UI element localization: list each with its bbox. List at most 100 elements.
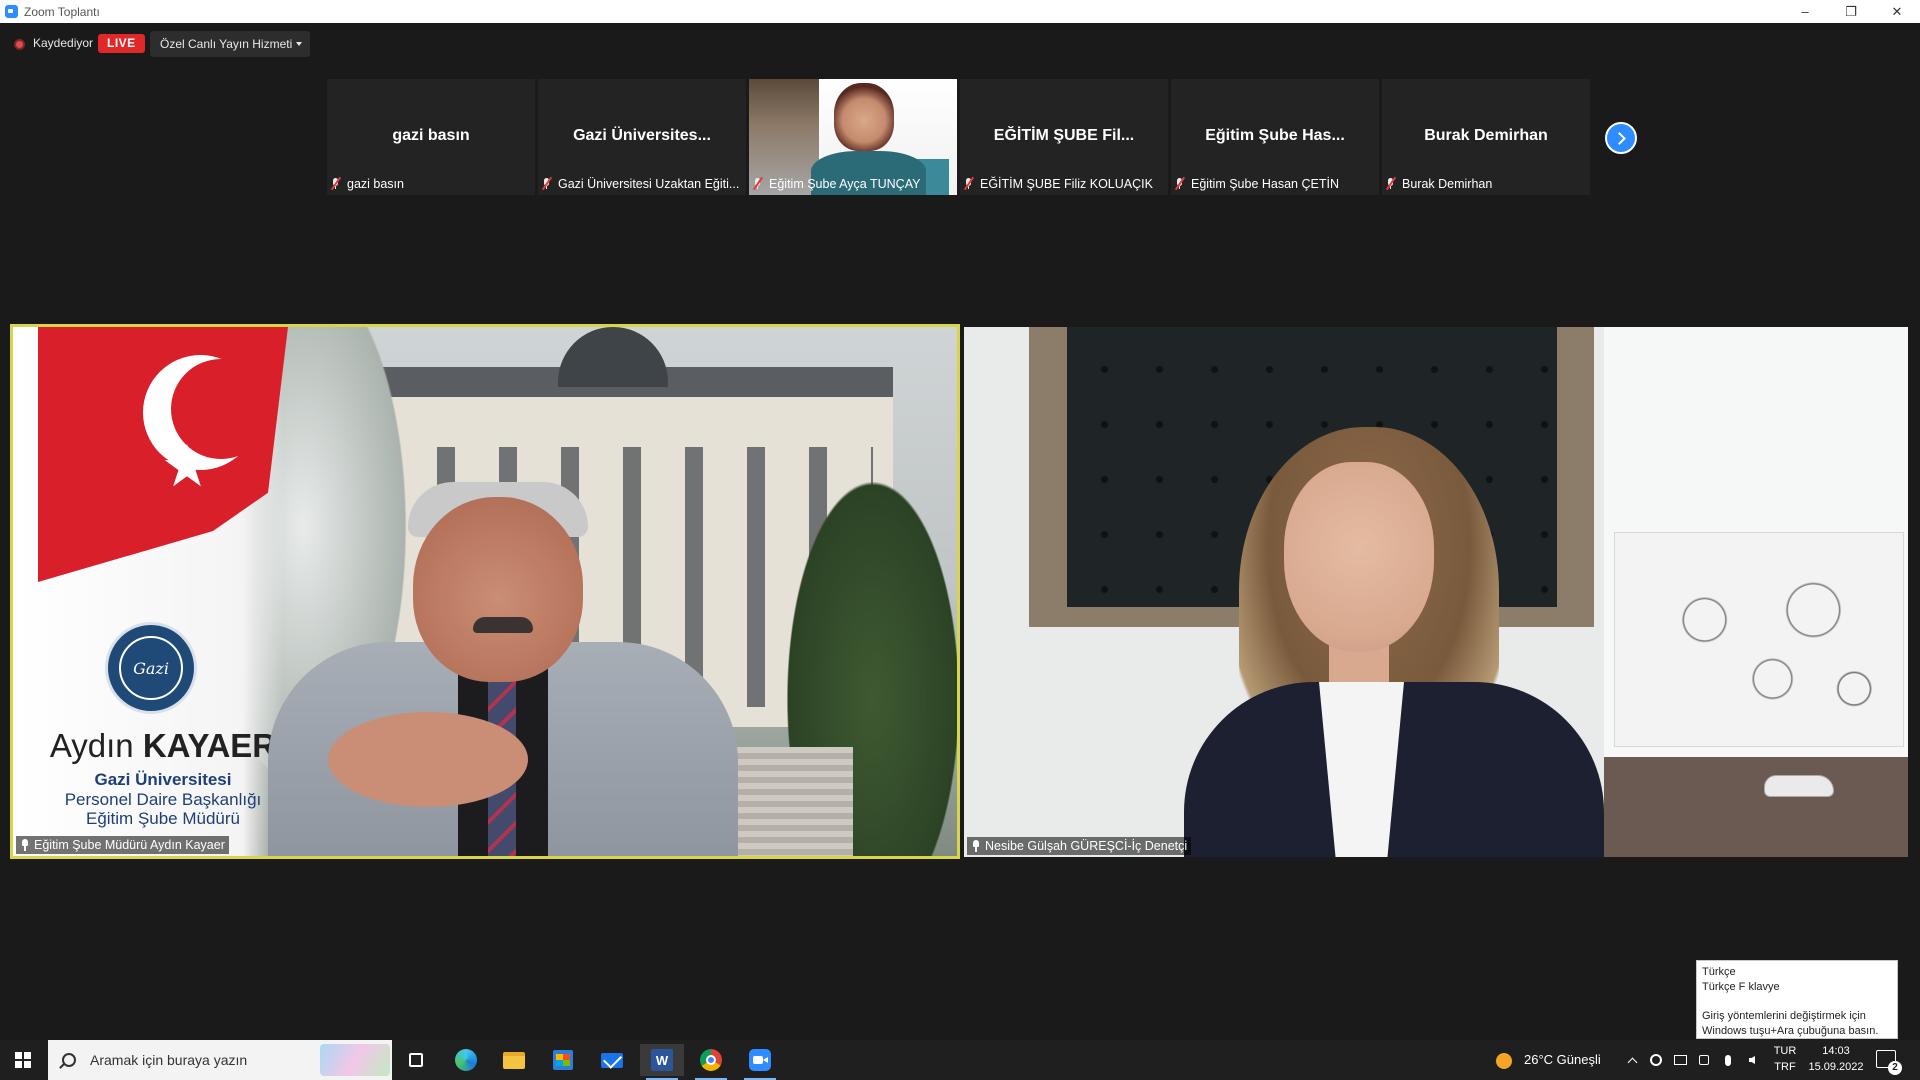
- camera-tray-icon[interactable]: [1696, 1052, 1712, 1068]
- language-code: TUR: [1773, 1045, 1797, 1057]
- recording-indicator-icon[interactable]: [14, 39, 25, 50]
- toy-car-image: [1764, 775, 1834, 797]
- participant-caption: EĞİTİM ŞUBE Filiz KOLUAÇIK: [962, 175, 1153, 193]
- participant-display-name: Burak Demirhan: [1424, 127, 1548, 144]
- search-placeholder: Aramak için buraya yazın: [90, 1052, 248, 1068]
- input-method-tooltip: Türkçe Türkçe F klavye Giriş yöntemlerin…: [1696, 960, 1898, 1039]
- pin-icon: [20, 839, 30, 851]
- gallery-next-page-button[interactable]: [1605, 122, 1637, 154]
- word-button[interactable]: W: [640, 1044, 684, 1080]
- windows-logo-icon: [15, 1052, 31, 1068]
- participant-video-tile[interactable]: Eğitim Şube Ayça TUNÇAY: [749, 79, 957, 195]
- background-line-department: Personel Daire Başkanlığı: [64, 790, 262, 809]
- window-title: Zoom Toplantı: [24, 4, 100, 19]
- edge-button[interactable]: [444, 1044, 488, 1076]
- participant-display-name: gazi basın: [392, 127, 470, 144]
- participant-main-video[interactable]: Nesibe Gülşah GÜREŞCİ-İç Denetçi: [964, 327, 1908, 857]
- mic-muted-icon: [751, 176, 765, 191]
- clock-date: 15.09.2022: [1808, 1061, 1864, 1073]
- participant-display-name: EĞİTİM ŞUBE Fil...: [993, 127, 1135, 144]
- word-icon: W: [651, 1049, 673, 1071]
- ime-keyboard: Türkçe F klavye: [1702, 981, 1780, 993]
- desk-image: [1604, 757, 1908, 857]
- task-view-button[interactable]: [394, 1044, 438, 1076]
- university-seal-logo: Gazi: [105, 622, 197, 714]
- zoom-app-icon: [5, 5, 18, 18]
- search-highlight-image: [320, 1044, 390, 1076]
- clock-time: 14:03: [1822, 1045, 1850, 1057]
- window-controls: – ❐ ✕: [1782, 0, 1920, 23]
- recording-label[interactable]: Kaydediyor: [33, 36, 93, 50]
- background-line-university: Gazi Üniversitesi: [94, 770, 232, 789]
- close-button[interactable]: ✕: [1874, 0, 1920, 23]
- ime-hint-line2: Windows tuşu+Ara çubuğuna basın.: [1702, 1025, 1879, 1037]
- participant-tile[interactable]: Eğitim Şube Has... Eğitim Şube Hasan ÇET…: [1171, 79, 1379, 195]
- keyboard-code: TRF: [1774, 1061, 1796, 1073]
- background-line-title: Eğitim Şube Müdürü: [85, 809, 241, 828]
- participant-caption-text: Burak Demirhan: [1402, 177, 1493, 191]
- participant-caption: Eğitim Şube Ayça TUNÇAY: [751, 175, 920, 193]
- file-explorer-button[interactable]: [492, 1044, 536, 1076]
- weather-text[interactable]: 26°C Güneşli: [1524, 1052, 1601, 1067]
- participant-tile[interactable]: Gazi Üniversites... Gazi Üniversitesi Uz…: [538, 79, 746, 195]
- speaker-figure: [268, 467, 738, 856]
- participant-display-name: Gazi Üniversites...: [573, 127, 711, 144]
- participant-caption-text: Eğitim Şube Ayça TUNÇAY: [769, 177, 921, 191]
- network-icon[interactable]: [1672, 1052, 1688, 1068]
- edge-icon: [455, 1049, 477, 1071]
- participant-figure: [1184, 427, 1604, 857]
- zoom-button[interactable]: [738, 1044, 782, 1080]
- mic-muted-icon: [329, 176, 343, 191]
- participant-caption-text: EĞİTİM ŞUBE Filiz KOLUAÇIK: [980, 177, 1153, 191]
- folder-icon: [503, 1051, 525, 1069]
- caret-down-icon: [296, 42, 302, 46]
- taskbar-clock[interactable]: 14:03 15.09.2022: [1805, 1043, 1867, 1075]
- microphone-tray-icon[interactable]: [1720, 1052, 1736, 1068]
- show-hidden-icons-button[interactable]: [1624, 1052, 1640, 1068]
- minimize-button[interactable]: –: [1782, 0, 1828, 23]
- microsoft-store-button[interactable]: [541, 1044, 585, 1076]
- start-button[interactable]: [0, 1040, 46, 1080]
- record-tray-icon[interactable]: [1648, 1052, 1664, 1068]
- pin-icon: [971, 840, 981, 852]
- chevron-up-icon: [1627, 1057, 1637, 1067]
- active-speaker-video[interactable]: ★ Gazi Aydın KAYAER Gazi Üniversitesi Pe…: [10, 324, 960, 859]
- video-name-label: Nesibe Gülşah GÜREŞCİ-İç Denetçi: [967, 837, 1192, 855]
- restore-button[interactable]: ❐: [1828, 0, 1874, 23]
- video-name-label: Eğitim Şube Müdürü Aydın Kayaer: [16, 836, 229, 854]
- notification-count-badge: 2: [1888, 1061, 1902, 1075]
- live-stream-menu-button[interactable]: Özel Canlı Yayın Hizmeti: [150, 31, 310, 57]
- participant-caption: gazi basın: [329, 175, 404, 193]
- ime-language: Türkçe: [1702, 966, 1736, 978]
- taskbar-search-box[interactable]: Aramak için buraya yazın: [48, 1040, 392, 1080]
- mic-muted-icon: [1173, 176, 1187, 191]
- background-last-name: KAYAER: [142, 727, 277, 764]
- live-stream-menu-label: Özel Canlı Yayın Hizmeti: [160, 37, 293, 51]
- input-language-indicator[interactable]: TUR TRF: [1772, 1043, 1798, 1075]
- chrome-button[interactable]: [689, 1044, 733, 1080]
- mic-muted-icon: [540, 176, 554, 191]
- window-title-bar: Zoom Toplantı – ❐ ✕: [0, 0, 1920, 23]
- participant-display-name: Eğitim Şube Has...: [1205, 127, 1345, 144]
- participant-tile[interactable]: Burak Demirhan Burak Demirhan: [1382, 79, 1590, 195]
- zoom-icon: [749, 1049, 771, 1071]
- live-badge[interactable]: LIVE: [98, 34, 145, 53]
- volume-icon[interactable]: [1744, 1052, 1760, 1068]
- background-first-name: Aydın: [49, 727, 134, 764]
- ime-hint-line1: Giriş yöntemlerini değiştirmek için: [1702, 1010, 1866, 1022]
- mail-button[interactable]: [590, 1044, 634, 1076]
- participant-tile[interactable]: gazi basın gazi basın: [327, 79, 535, 195]
- windows-taskbar: Aramak için buraya yazın W 26°C Güneşli …: [0, 1040, 1920, 1080]
- participant-tile[interactable]: EĞİTİM ŞUBE Fil... EĞİTİM ŞUBE Filiz KOL…: [960, 79, 1168, 195]
- participant-caption: Eğitim Şube Hasan ÇETİN: [1173, 175, 1339, 193]
- mic-muted-icon: [962, 176, 976, 191]
- participant-caption: Burak Demirhan: [1384, 175, 1492, 193]
- sun-icon[interactable]: [1496, 1053, 1512, 1069]
- chevron-right-icon: [1613, 131, 1626, 145]
- participant-caption-text: Gazi Üniversitesi Uzaktan Eğiti...: [558, 177, 740, 191]
- wall-drawing-image: [1614, 532, 1904, 747]
- mail-icon: [601, 1052, 623, 1068]
- mic-muted-icon: [1384, 176, 1398, 191]
- participant-caption-text: Eğitim Şube Hasan ÇETİN: [1191, 177, 1339, 191]
- participant-caption-text: gazi basın: [347, 177, 404, 191]
